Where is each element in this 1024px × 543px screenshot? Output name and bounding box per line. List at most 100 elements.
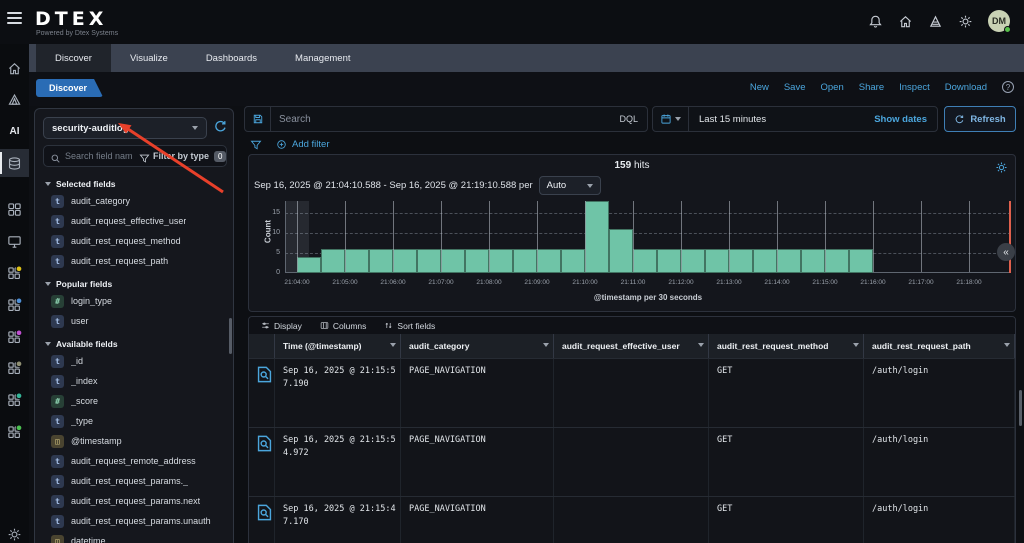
histogram-bar[interactable] xyxy=(777,249,801,273)
help-icon[interactable]: ? xyxy=(1002,81,1014,93)
refresh-button[interactable]: Refresh xyxy=(944,106,1016,132)
rail-item-workspace-blue[interactable] xyxy=(0,291,29,319)
sidebar-scrollbar[interactable] xyxy=(229,318,232,354)
histogram-bar[interactable] xyxy=(801,249,825,273)
histogram-bar[interactable] xyxy=(489,249,513,273)
rail-item-devices[interactable] xyxy=(0,227,29,255)
field-section-header[interactable]: Popular fields xyxy=(45,279,233,289)
histogram-bar[interactable] xyxy=(537,249,561,273)
histogram-bar[interactable] xyxy=(561,249,585,273)
field-item[interactable]: t _index xyxy=(35,371,233,391)
histogram-bar[interactable] xyxy=(417,249,441,273)
alerts-pyramid-icon[interactable] xyxy=(928,14,943,29)
field-item[interactable]: t audit_rest_request_params._ xyxy=(35,471,233,491)
column-header[interactable]: audit_category xyxy=(401,334,554,358)
collapse-histogram-button[interactable]: « xyxy=(997,243,1015,261)
interval-select[interactable]: Auto xyxy=(538,176,601,195)
histogram-bar[interactable] xyxy=(825,249,849,273)
user-avatar[interactable]: DM xyxy=(988,10,1011,33)
refresh-index-icon[interactable] xyxy=(213,119,228,134)
field-item[interactable]: t audit_rest_request_method xyxy=(35,231,233,251)
tab-discover[interactable]: Discover xyxy=(36,44,111,72)
column-header[interactable]: audit_request_effective_user xyxy=(554,334,709,358)
filter-by-type-button[interactable]: Filter by type 0 xyxy=(139,150,227,163)
show-dates-button[interactable]: Show dates xyxy=(874,114,937,125)
rail-item-alerting[interactable] xyxy=(0,85,29,113)
rail-settings-gear-icon[interactable] xyxy=(0,520,29,543)
histogram-bar[interactable] xyxy=(393,249,417,273)
bell-icon[interactable] xyxy=(868,14,883,29)
field-item[interactable]: ◫ datetime xyxy=(35,531,233,543)
histogram-bar[interactable] xyxy=(345,249,369,273)
rail-item-workspace-green[interactable] xyxy=(0,418,29,446)
rail-item-ai[interactable]: AI xyxy=(0,117,29,145)
histogram-bar[interactable] xyxy=(513,249,537,273)
time-range-label[interactable]: Last 15 minutes xyxy=(689,114,874,125)
histogram-bar[interactable] xyxy=(681,249,705,273)
field-search-input[interactable] xyxy=(65,151,137,161)
histogram-bar[interactable] xyxy=(657,249,681,273)
breadcrumb[interactable]: Discover xyxy=(36,79,103,97)
field-item[interactable]: t audit_rest_request_params.unauth xyxy=(35,511,233,531)
share-link[interactable]: Share xyxy=(859,82,884,93)
table-toolbar-columns[interactable]: Columns xyxy=(320,321,366,331)
field-item[interactable]: t audit_rest_request_params.next xyxy=(35,491,233,511)
field-item[interactable]: t _type xyxy=(35,411,233,431)
rail-item-workspace-teal[interactable] xyxy=(0,386,29,414)
table-toolbar-display[interactable]: Display xyxy=(261,321,302,331)
search-input[interactable] xyxy=(271,113,620,125)
field-item[interactable]: t audit_request_remote_address xyxy=(35,451,233,471)
field-item[interactable]: ◫ @timestamp xyxy=(35,431,233,451)
home-icon[interactable] xyxy=(898,14,913,29)
histogram-bar[interactable] xyxy=(585,201,609,273)
gear-icon[interactable] xyxy=(958,14,973,29)
save-link[interactable]: Save xyxy=(784,82,806,93)
hamburger-menu-icon[interactable] xyxy=(7,12,22,24)
rail-item-workspace-yellow[interactable] xyxy=(0,259,29,287)
tab-visualize[interactable]: Visualize xyxy=(111,44,187,72)
histogram-bar[interactable] xyxy=(849,249,873,273)
tab-dashboards[interactable]: Dashboards xyxy=(187,44,276,72)
histogram-bar[interactable] xyxy=(609,229,633,273)
field-item[interactable]: # login_type xyxy=(35,291,233,311)
inspect-link[interactable]: Inspect xyxy=(899,82,930,93)
open-link[interactable]: Open xyxy=(821,82,844,93)
chart-options-gear-icon[interactable] xyxy=(995,161,1008,174)
histogram-bar[interactable] xyxy=(705,249,729,273)
table-toolbar-sort-fields[interactable]: Sort fields xyxy=(384,321,435,331)
histogram-bar[interactable] xyxy=(633,249,657,273)
field-item[interactable]: t user xyxy=(35,311,233,331)
rail-item-home[interactable] xyxy=(0,54,29,82)
query-language-label[interactable]: DQL xyxy=(619,114,647,124)
new-link[interactable]: New xyxy=(750,82,769,93)
calendar-icon[interactable] xyxy=(653,107,689,131)
histogram-bar[interactable] xyxy=(753,249,777,273)
field-item[interactable]: t _id xyxy=(35,351,233,371)
rail-item-index-data[interactable] xyxy=(0,149,29,177)
histogram-bar[interactable] xyxy=(441,249,465,273)
rail-item-workspace-olive[interactable] xyxy=(0,354,29,382)
index-pattern-select[interactable]: security-auditlog xyxy=(43,117,207,139)
field-section-header[interactable]: Available fields xyxy=(45,339,233,349)
table-scrollbar[interactable] xyxy=(1019,390,1022,426)
column-header[interactable]: Time (@timestamp) xyxy=(275,334,401,358)
histogram-bar[interactable] xyxy=(465,249,489,273)
rail-item-workspace-magenta[interactable] xyxy=(0,323,29,351)
download-link[interactable]: Download xyxy=(945,82,987,93)
field-item[interactable]: t audit_category xyxy=(35,191,233,211)
expand-document-icon[interactable] xyxy=(255,435,274,456)
field-item[interactable]: t audit_request_effective_user xyxy=(35,211,233,231)
save-query-icon[interactable] xyxy=(245,107,271,131)
rail-item-apps[interactable] xyxy=(0,195,29,223)
add-filter-button[interactable]: Add filter xyxy=(276,139,330,150)
field-item[interactable]: # _score xyxy=(35,391,233,411)
field-section-header[interactable]: Selected fields xyxy=(45,179,233,189)
expand-document-icon[interactable] xyxy=(255,504,274,525)
tab-management[interactable]: Management xyxy=(276,44,369,72)
histogram-bar[interactable] xyxy=(321,249,345,273)
histogram-bar[interactable] xyxy=(297,257,321,273)
filter-funnel-icon[interactable] xyxy=(250,138,262,150)
column-header[interactable]: audit_rest_request_path xyxy=(864,334,1015,358)
field-item[interactable]: t audit_rest_request_path xyxy=(35,251,233,271)
expand-document-icon[interactable] xyxy=(255,366,274,387)
